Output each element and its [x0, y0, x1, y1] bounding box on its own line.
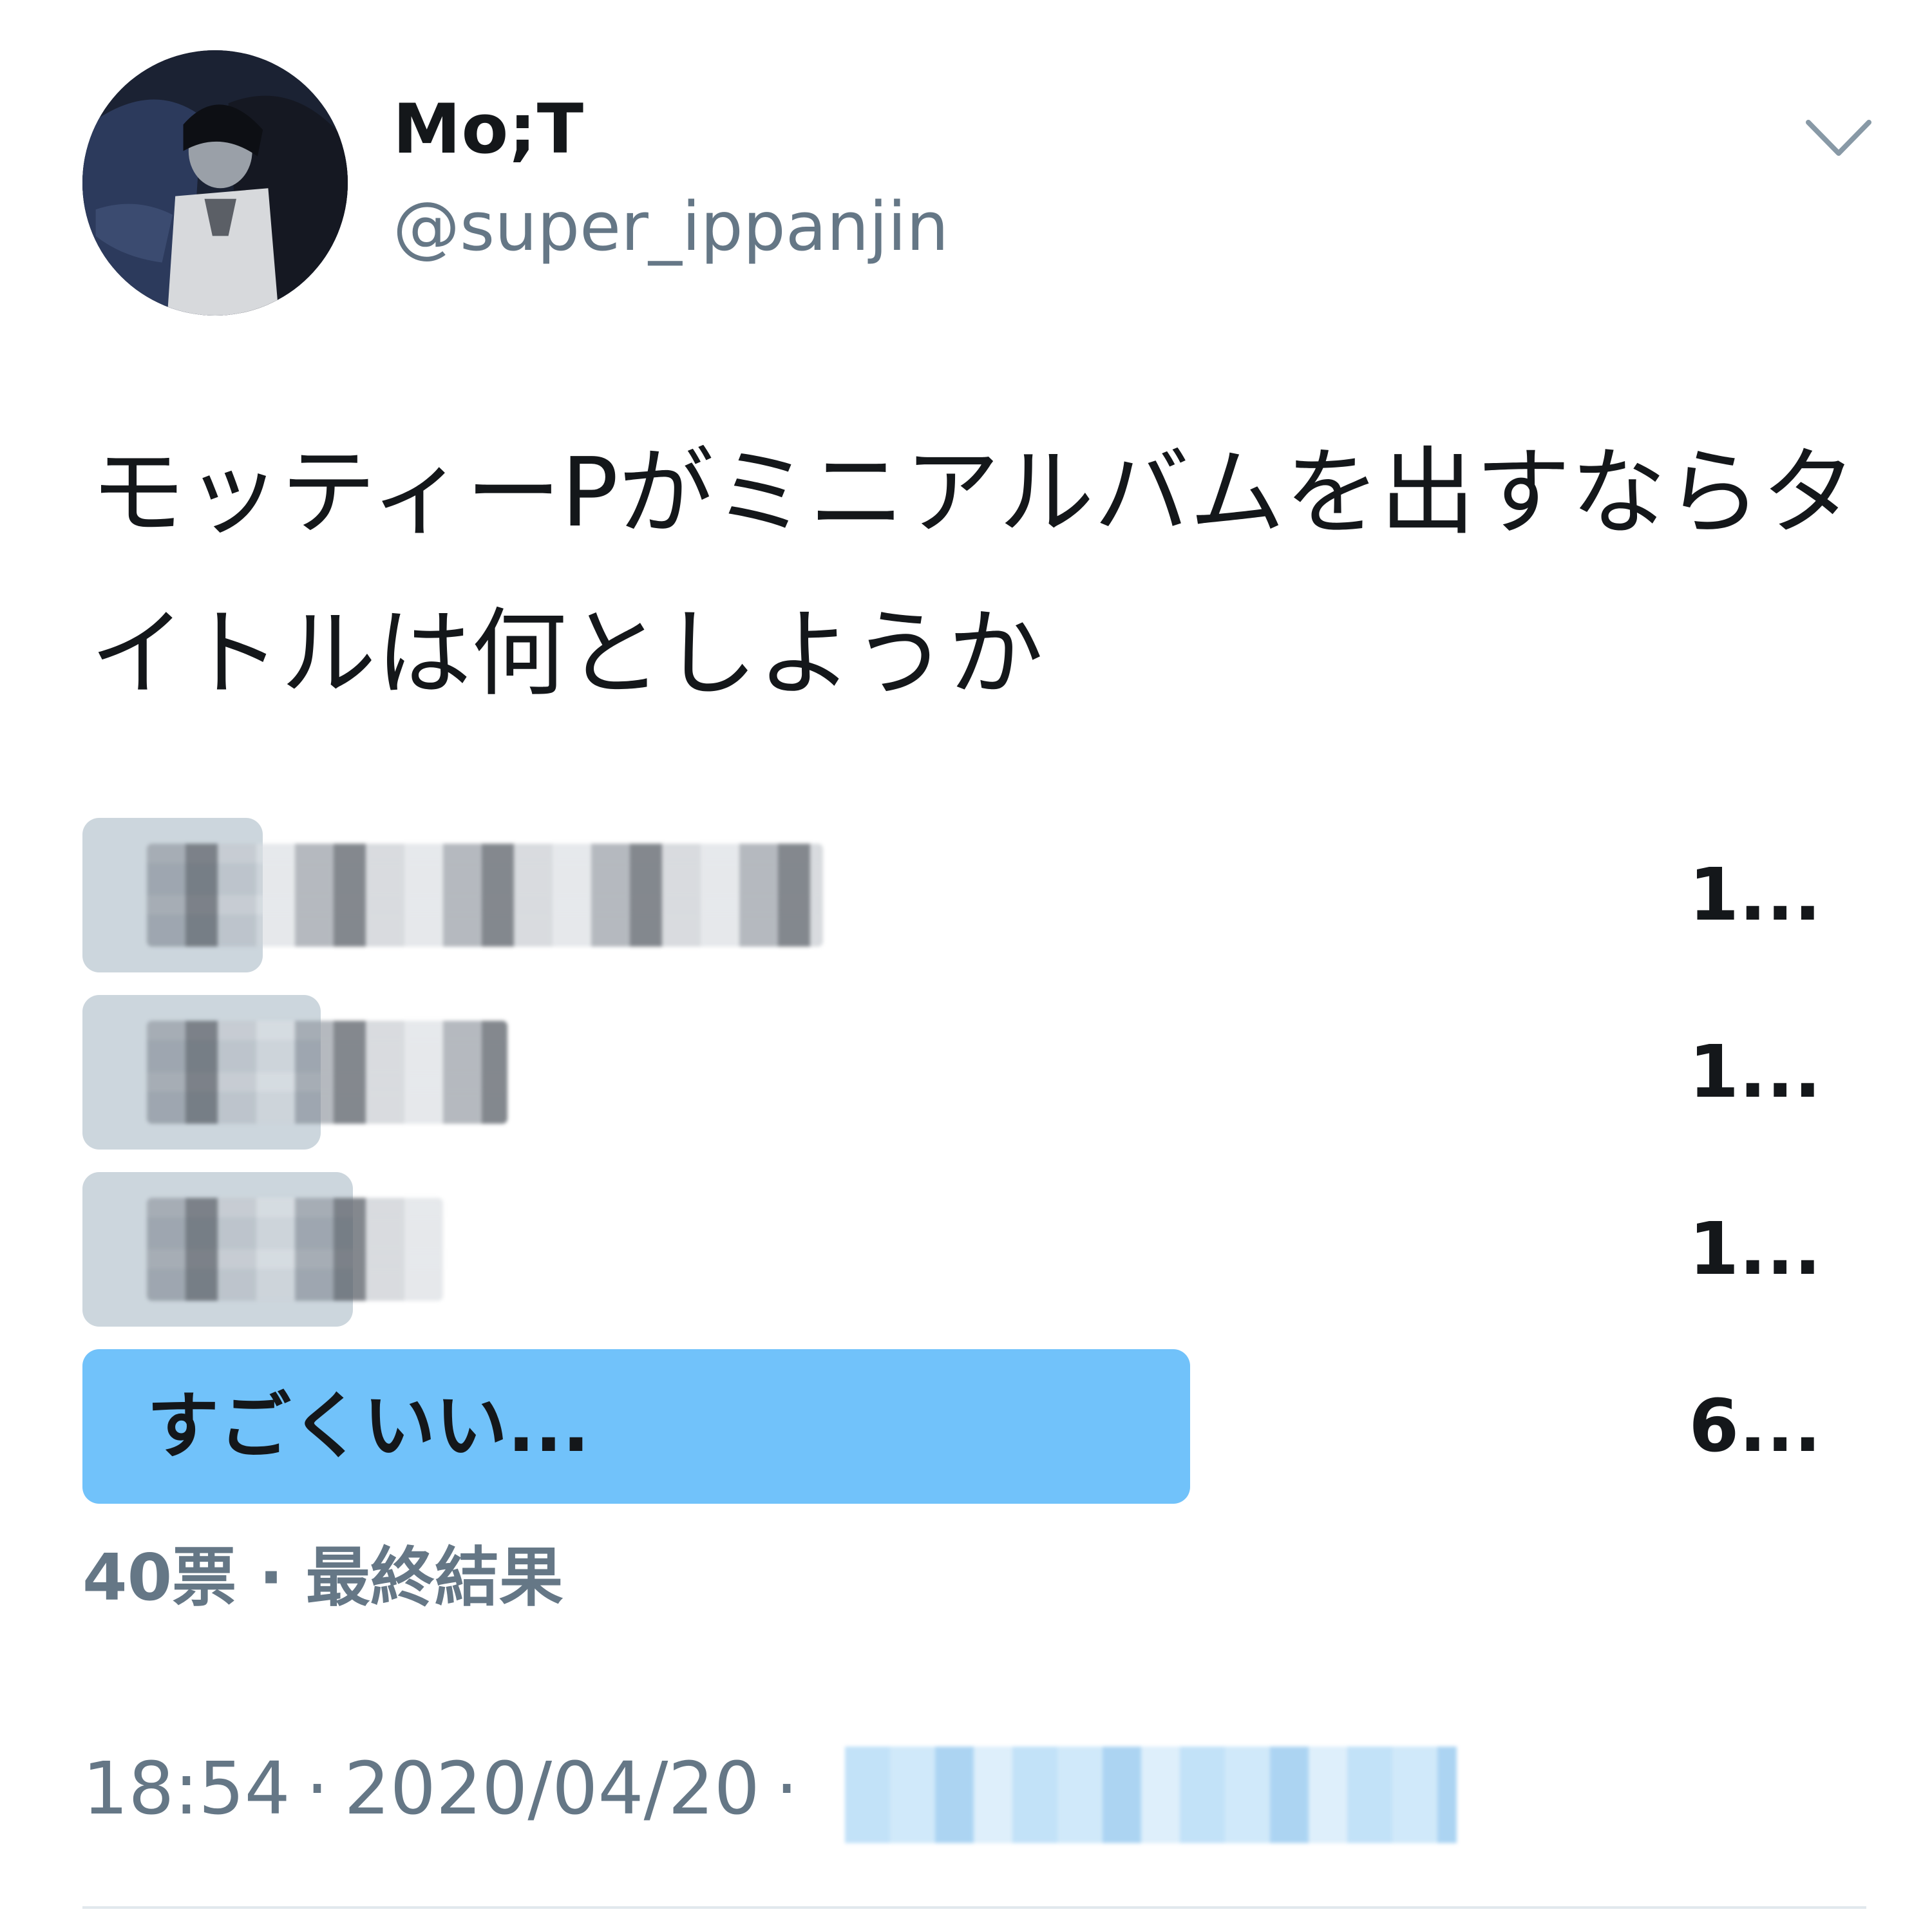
poll-summary: 40票 · 最終結果: [82, 1540, 564, 1615]
poll-option: 1...: [82, 818, 1886, 972]
poll-option: 1...: [82, 995, 1886, 1150]
avatar-image: [82, 50, 348, 316]
tweet-date: 2020/04/20: [344, 1747, 760, 1831]
poll-option-percent: 1...: [1689, 853, 1821, 937]
divider: [82, 1906, 1866, 1909]
user-handle[interactable]: @super_ippanjin: [393, 193, 949, 260]
timestamp[interactable]: 18:54 · 2020/04/20 ·: [82, 1753, 814, 1825]
poll-option: 1...: [82, 1172, 1886, 1327]
poll-option-label-redacted: [147, 1198, 443, 1301]
poll-option-label: すごくいい...: [147, 1385, 590, 1468]
poll-option-percent: 1...: [1689, 1030, 1821, 1114]
poll-option-label-redacted: [147, 844, 823, 947]
poll-option-percent: 6...: [1689, 1385, 1821, 1468]
source-app-redacted[interactable]: [845, 1747, 1457, 1843]
chevron-down-icon[interactable]: [1803, 116, 1874, 161]
tweet-time: 18:54: [82, 1747, 290, 1831]
poll-option-label-redacted: [147, 1021, 507, 1124]
poll-option-winner: すごくいい... 6...: [82, 1349, 1886, 1504]
display-name[interactable]: Mo;T: [393, 95, 584, 164]
avatar[interactable]: [82, 50, 348, 316]
separator: ·: [305, 1747, 329, 1831]
poll-option-percent: 1...: [1689, 1208, 1821, 1291]
separator: ·: [775, 1747, 799, 1831]
tweet-text: モッティーPがミニアルバムを出すならタイトルは何としようか: [90, 437, 1857, 709]
